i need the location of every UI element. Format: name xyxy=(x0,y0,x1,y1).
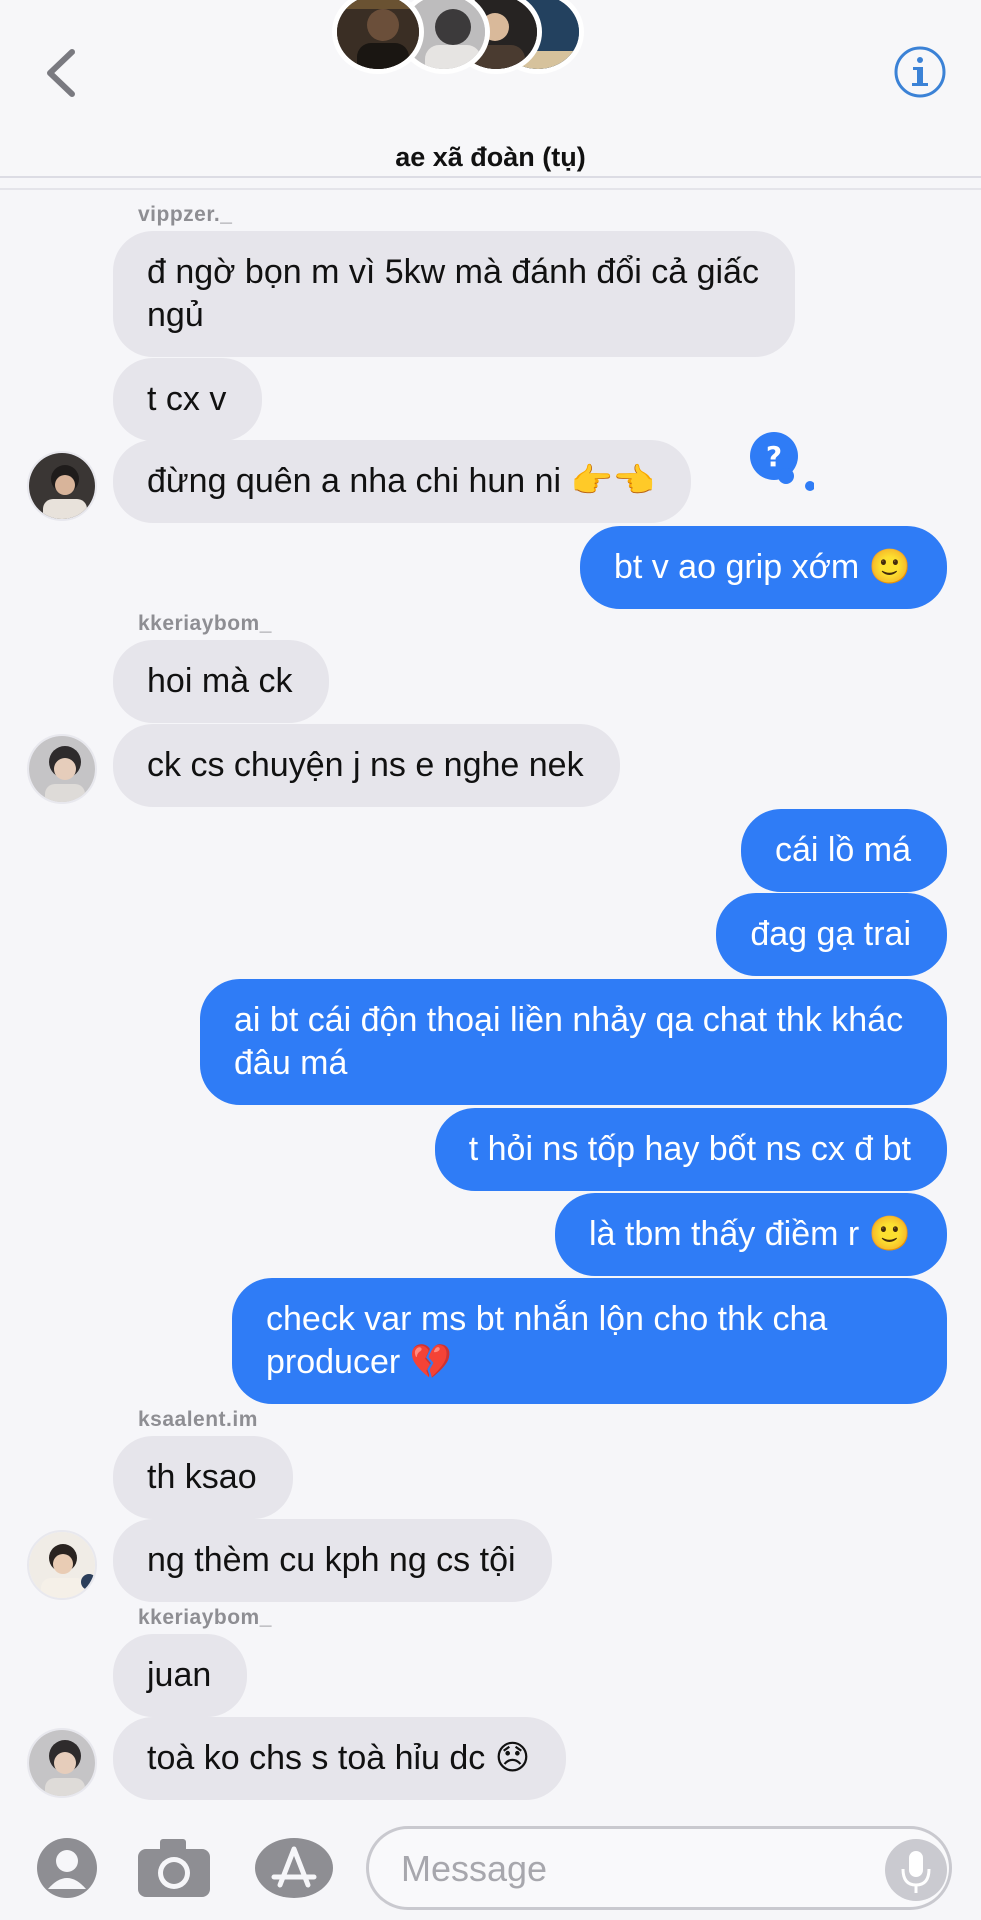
group-title[interactable]: ae xã đoàn (tụ) xyxy=(0,142,981,173)
avatar[interactable] xyxy=(27,1728,97,1798)
outgoing-message[interactable]: đag gạ trai xyxy=(716,893,947,976)
message-input-container xyxy=(366,1826,952,1910)
back-button[interactable] xyxy=(38,38,88,108)
incoming-message[interactable]: juan xyxy=(113,1634,248,1717)
info-button[interactable] xyxy=(893,45,947,99)
incoming-message[interactable]: hoi mà ck xyxy=(113,640,329,723)
outgoing-message[interactable]: cái lồ má xyxy=(740,809,947,892)
avatar[interactable] xyxy=(27,734,97,804)
chat-header: ae xã đoàn (tụ) xyxy=(0,0,981,178)
info-icon xyxy=(894,46,946,98)
incoming-message[interactable]: đừng quên a nha chi hun ni 👉👈 xyxy=(113,440,692,523)
incoming-message[interactable]: th ksao xyxy=(113,1436,293,1519)
incoming-message[interactable]: đ ngờ bọn m vì 5kw mà đánh đổi cả giấc n… xyxy=(113,231,795,357)
group-avatar-1 xyxy=(332,0,424,74)
avatar[interactable] xyxy=(27,451,97,521)
app-store-button[interactable] xyxy=(254,1837,334,1899)
mic-button[interactable] xyxy=(885,1839,947,1901)
question-reaction-icon: ? xyxy=(750,432,815,491)
outgoing-message[interactable]: bt v ao grip xớm 🙂 xyxy=(579,526,947,609)
person-icon xyxy=(37,1838,97,1898)
back-chevron-icon xyxy=(47,49,75,97)
camera-icon xyxy=(138,1839,210,1897)
avatar[interactable] xyxy=(27,1530,97,1600)
mic-icon xyxy=(901,1851,931,1893)
message-input[interactable] xyxy=(401,1843,881,1895)
incoming-message[interactable]: ng thèm cu kph ng cs tội xyxy=(113,1519,552,1602)
camera-button[interactable] xyxy=(136,1837,212,1899)
header-divider xyxy=(0,188,981,190)
incoming-message[interactable]: ck cs chuyện j ns e nghe nek xyxy=(113,724,620,807)
profile-button[interactable] xyxy=(36,1837,98,1899)
incoming-message[interactable]: t cx v xyxy=(113,358,263,441)
group-avatars[interactable] xyxy=(332,0,584,74)
outgoing-message[interactable]: ai bt cái độn thoại liền nhảy qa chat th… xyxy=(200,979,947,1105)
outgoing-message[interactable]: t hỏi ns tốp hay bốt ns cx đ bt xyxy=(434,1108,947,1191)
outgoing-message[interactable]: check var ms bt nhắn lộn cho thk cha pro… xyxy=(232,1278,947,1404)
app-store-icon xyxy=(255,1838,333,1898)
sender-name: vippzer._ xyxy=(138,203,233,226)
reaction-badge[interactable]: ? xyxy=(744,432,815,494)
outgoing-message[interactable]: là tbm thấy điềm r 🙂 xyxy=(555,1193,947,1276)
sender-name: ksaalent.im xyxy=(138,1408,258,1431)
svg-text:?: ? xyxy=(766,440,782,473)
sender-name: kkeriaybom_ xyxy=(138,612,272,635)
incoming-message[interactable]: toà ko chs s toà hỉu dc 😞 xyxy=(113,1717,567,1800)
sender-name: kkeriaybom_ xyxy=(138,1606,272,1629)
